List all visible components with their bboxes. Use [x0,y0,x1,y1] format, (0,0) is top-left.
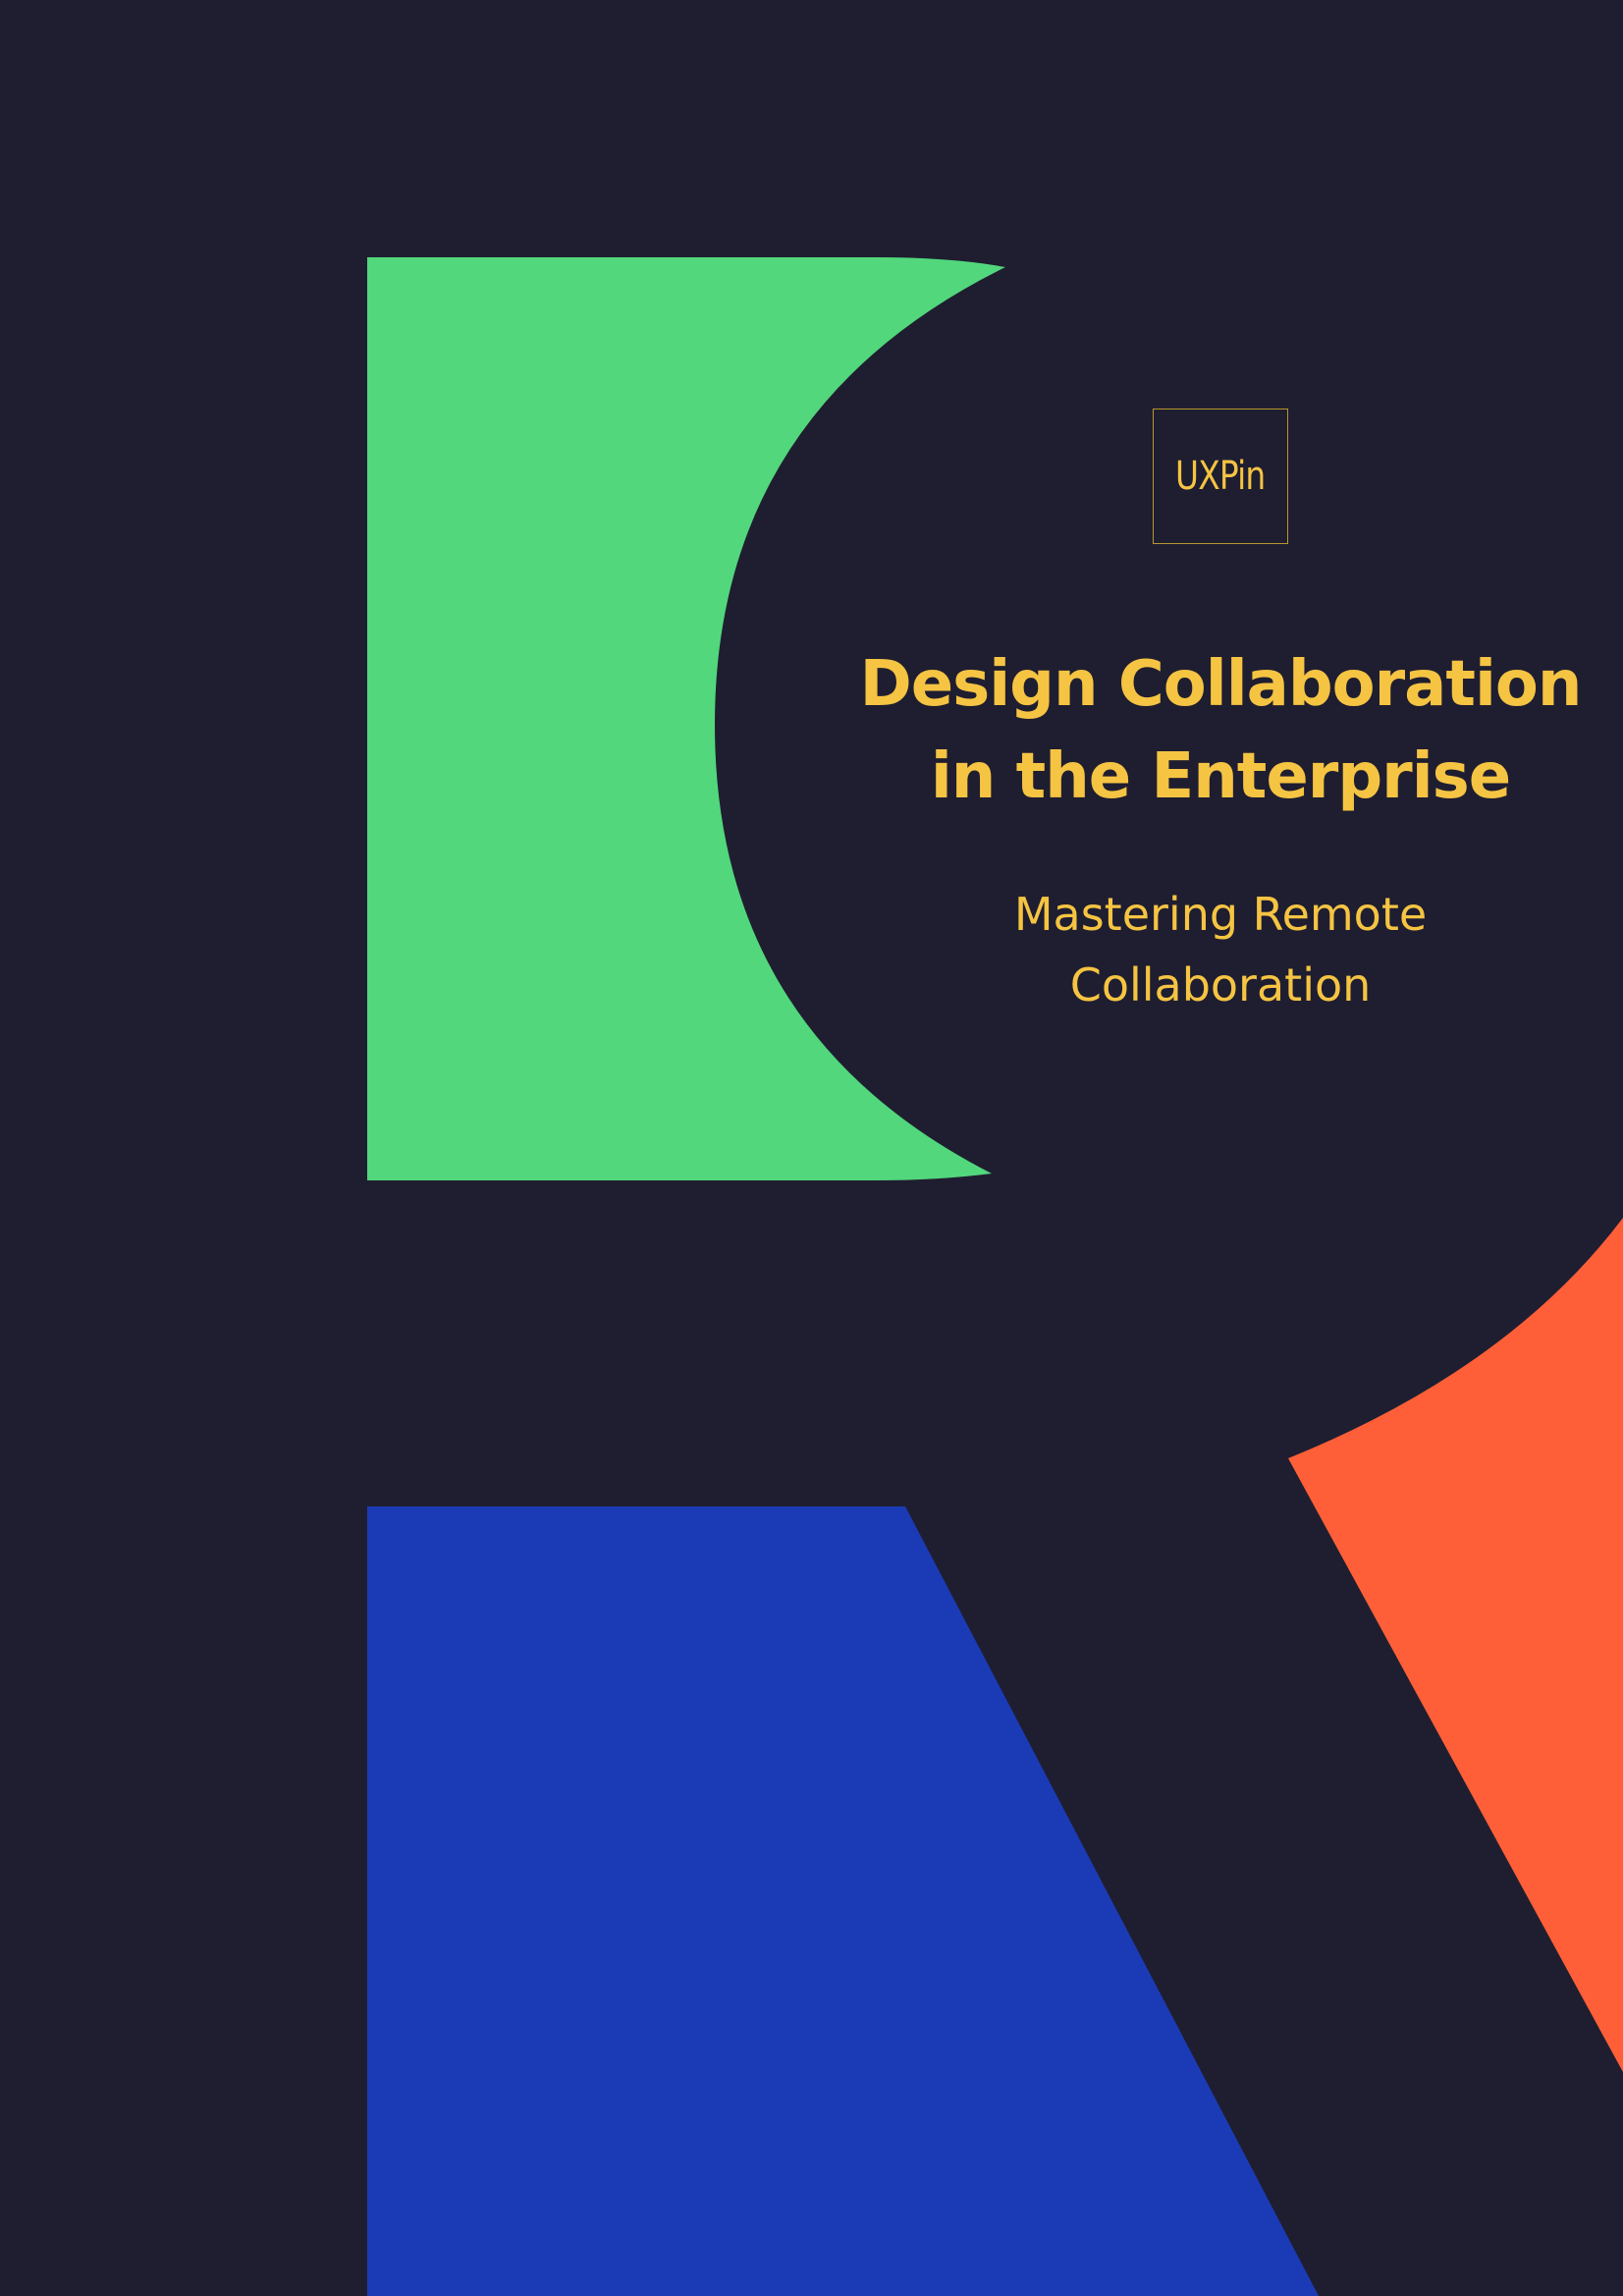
book-cover: UXPin Design Collaboration in the Enterp… [0,0,1623,2296]
logo: UXPin [1153,409,1288,544]
cover-artwork [367,257,1623,2296]
cover-subtitle: Mastering Remote Collaboration [1013,888,1428,1011]
orange-shape [1288,1218,1623,2072]
logo-text: UXPin [1175,454,1266,499]
blue-shape [367,1506,1319,2296]
cover-title: Design Collaboration in the Enterprise [859,648,1583,813]
